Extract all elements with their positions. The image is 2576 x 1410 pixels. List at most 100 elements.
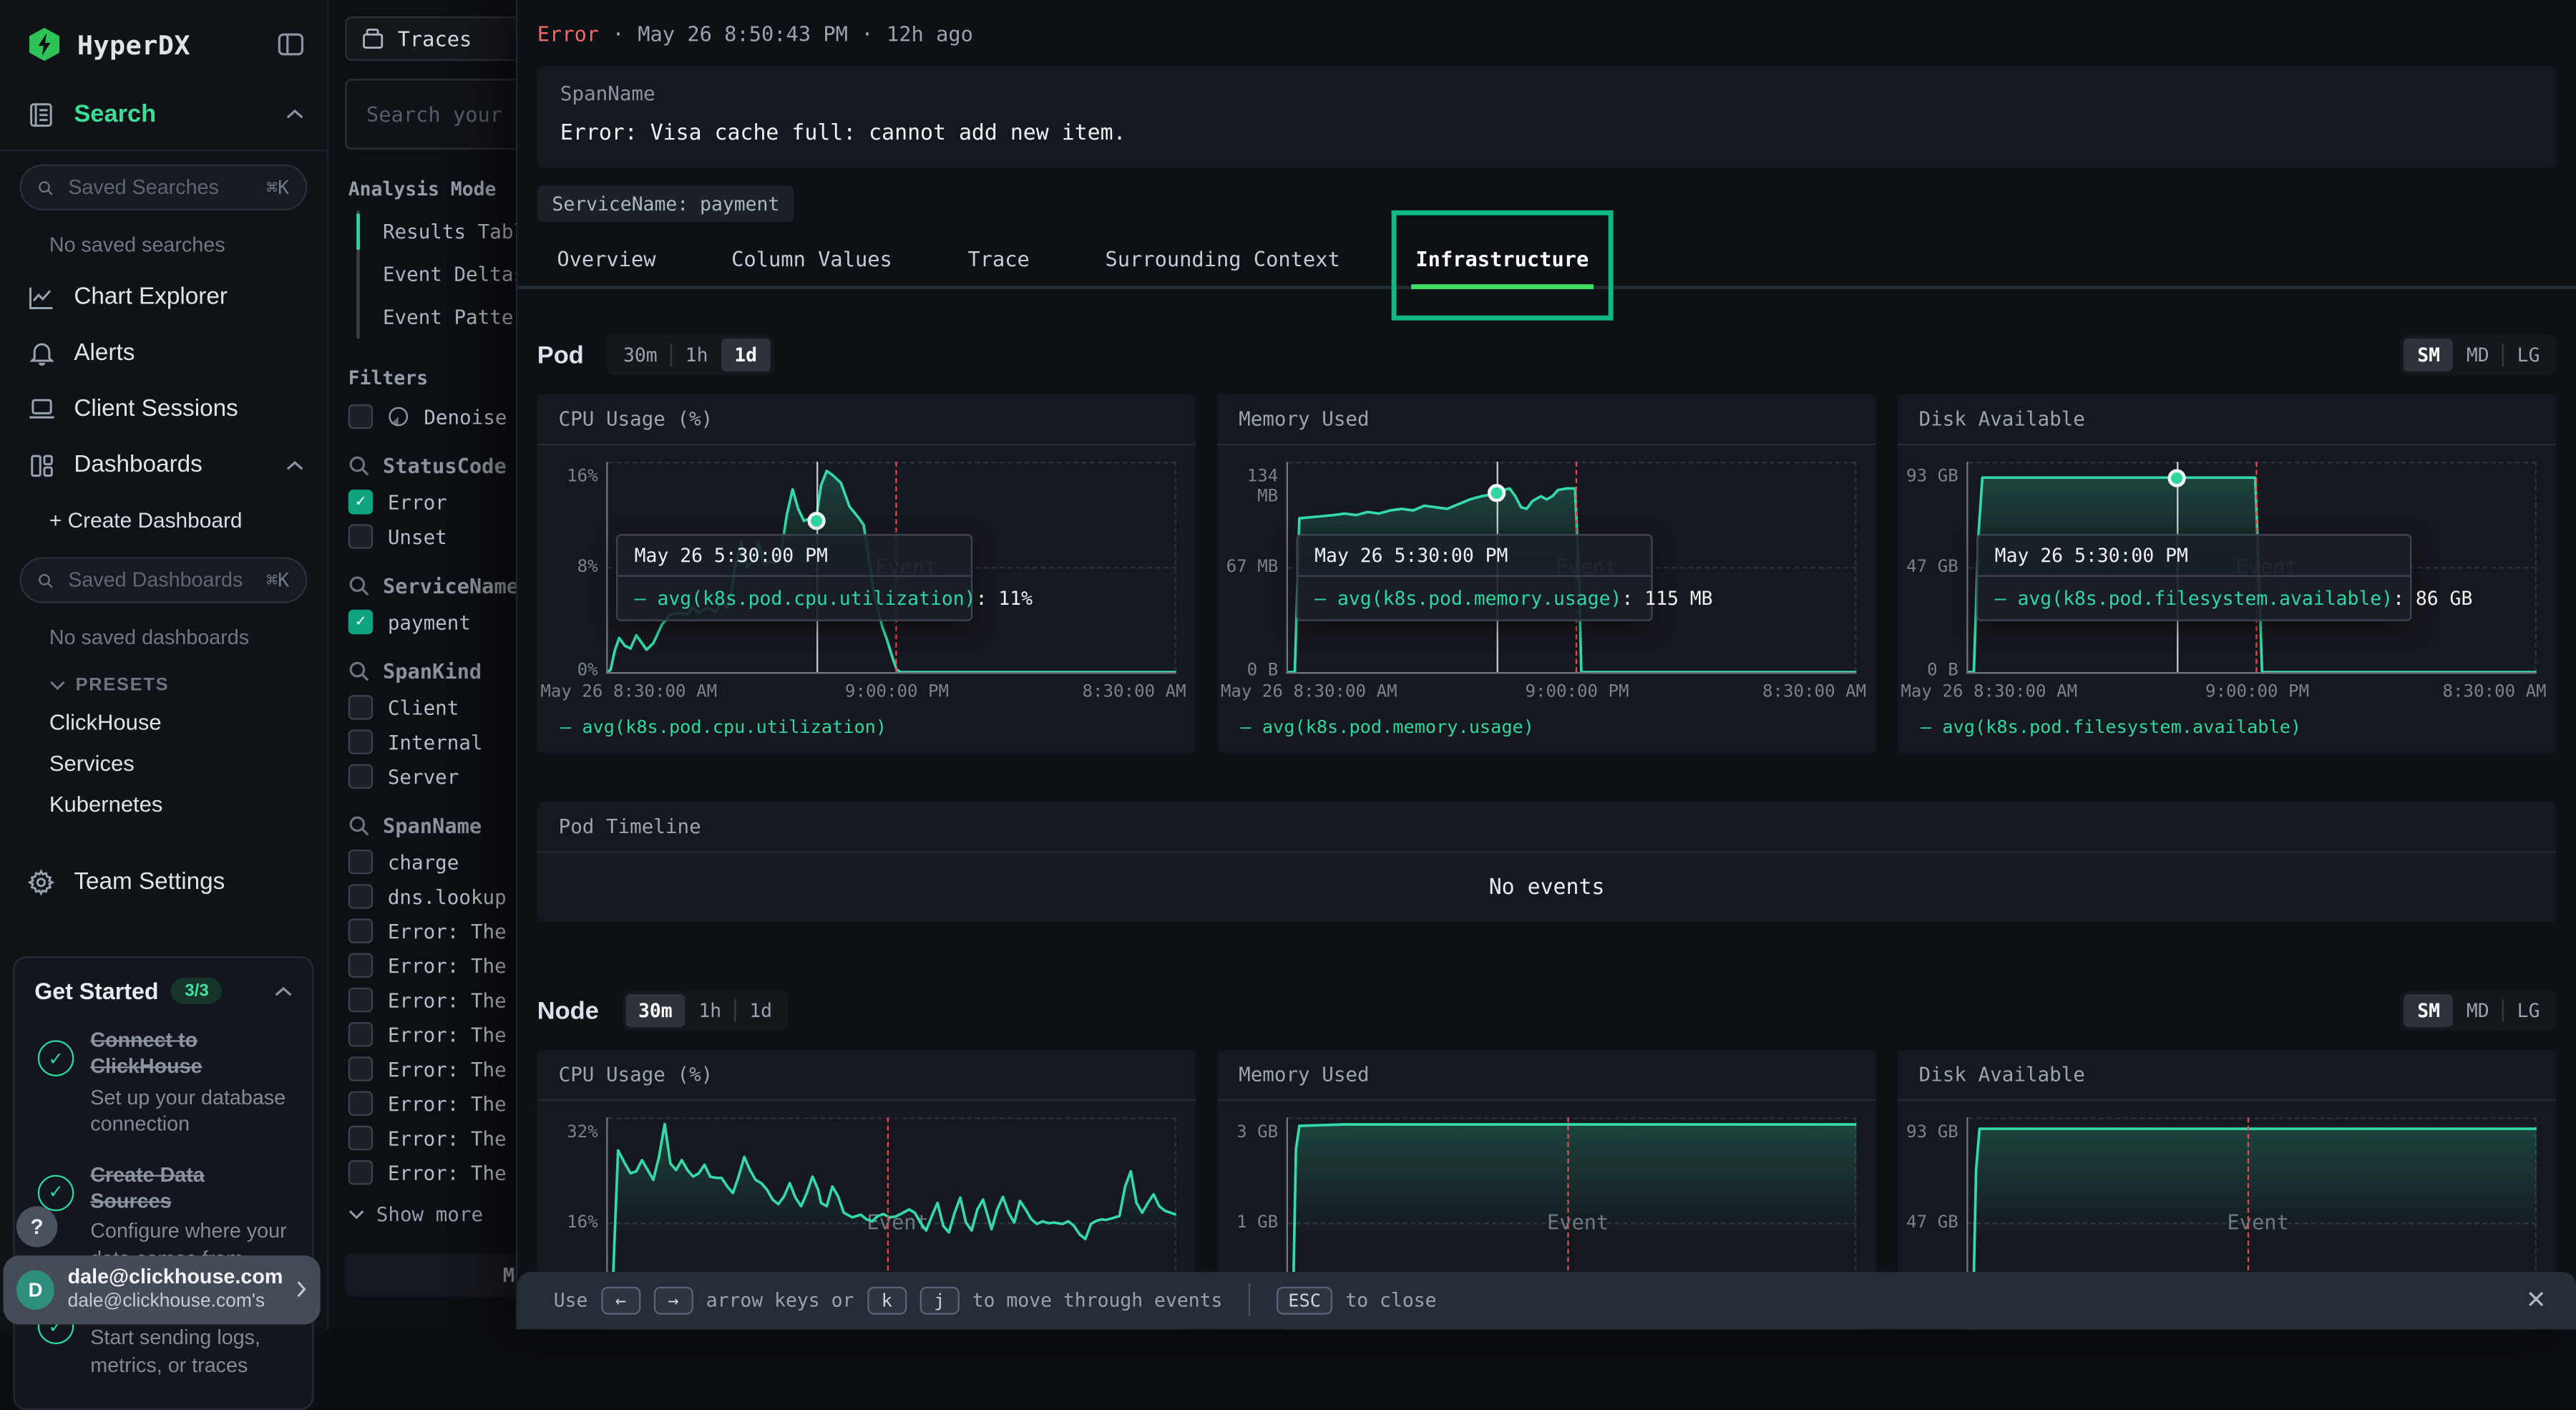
- app-title: HyperDX: [77, 29, 278, 60]
- sidebar-item-services[interactable]: Services: [0, 743, 327, 784]
- chart-plot-area[interactable]: EventMay 26 5:30:00 PM— avg(k8s.pod.file…: [1966, 462, 2537, 674]
- dashboard-grid-icon: [26, 453, 56, 477]
- chart-plot-area[interactable]: EventMay 26 5:30:00 PM— avg(k8s.pod.cpu.…: [606, 462, 1176, 674]
- tooltip-series: avg(k8s.pod.filesystem.available): [2017, 586, 2393, 609]
- tooltip-timestamp: May 26 5:30:00 PM: [618, 535, 971, 575]
- saved-dashboards-field[interactable]: [65, 567, 255, 593]
- checkbox[interactable]: [348, 524, 373, 548]
- filter-group-label: SpanKind: [383, 659, 482, 684]
- checkbox[interactable]: [348, 1022, 373, 1046]
- sidebar-item-search[interactable]: Search: [0, 85, 327, 142]
- pod-range-group: 30m 1h 1d: [607, 335, 774, 374]
- checkbox[interactable]: [348, 850, 373, 874]
- y-tick-label: 3 GB: [1222, 1124, 1278, 1143]
- create-dashboard-button[interactable]: + Create Dashboard: [0, 493, 327, 548]
- pod-charts-row: CPU Usage (%)16%8%0%EventMay 26 5:30:00 …: [537, 394, 2557, 753]
- chevron-up-icon: [286, 460, 303, 471]
- y-axis-labels: 16%8%0%: [547, 462, 607, 674]
- tab-surrounding-context[interactable]: Surrounding Context: [1105, 232, 1340, 286]
- chart-tooltip: May 26 5:30:00 PM— avg(k8s.pod.cpu.utili…: [616, 533, 972, 621]
- y-tick-label: 93 GB: [1903, 468, 1958, 487]
- checkbox[interactable]: [348, 884, 373, 908]
- get-started-item[interactable]: ✓ Connect to ClickHouse Set up your data…: [38, 1027, 289, 1138]
- saved-searches-input[interactable]: ⌘K: [20, 165, 308, 210]
- node-size-md[interactable]: MD: [2453, 994, 2502, 1027]
- x-tick-label: May 26 8:30:00 AM: [540, 682, 717, 702]
- user-profile[interactable]: D dale@clickhouse.com dale@clickhouse.co…: [4, 1255, 321, 1323]
- checkbox[interactable]: [348, 695, 373, 719]
- chevron-down-icon: [348, 1210, 365, 1220]
- pod-range-1h[interactable]: 1h: [672, 339, 721, 371]
- get-started-badge: 3/3: [172, 978, 222, 1004]
- chart-tooltip: May 26 5:30:00 PM— avg(k8s.pod.memory.us…: [1297, 533, 1652, 621]
- checkbox[interactable]: [348, 1091, 373, 1115]
- pod-range-1d[interactable]: 1d: [721, 339, 771, 371]
- tooltip-series: avg(k8s.pod.cpu.utilization): [657, 586, 975, 609]
- hover-point-dot: [1487, 485, 1505, 502]
- x-tick-label: May 26 8:30:00 AM: [1221, 682, 1397, 702]
- sidebar-item-dashboards[interactable]: Dashboards: [0, 437, 327, 493]
- chart-tooltip: May 26 5:30:00 PM— avg(k8s.pod.filesyste…: [1976, 533, 2411, 621]
- close-icon[interactable]: ✕: [2526, 1285, 2547, 1314]
- tab-infrastructure[interactable]: Infrastructure: [1415, 232, 1589, 286]
- node-size-lg[interactable]: LG: [2504, 994, 2553, 1027]
- user-subtext: dale@clickhouse.com's: [68, 1291, 283, 1314]
- saved-searches-field[interactable]: [65, 174, 255, 200]
- filter-option-label: Unset: [388, 525, 447, 548]
- sidebar-item-client-sessions[interactable]: Client Sessions: [0, 381, 327, 437]
- sidebar-item-clickhouse[interactable]: ClickHouse: [0, 701, 327, 742]
- pod-range-30m[interactable]: 30m: [610, 339, 670, 371]
- hover-point-dot: [2167, 469, 2185, 487]
- chart-title: Memory Used: [1217, 394, 1876, 445]
- checkbox[interactable]: [348, 404, 373, 429]
- checkbox[interactable]: [348, 729, 373, 754]
- chart-title: Disk Available: [1898, 1050, 2557, 1101]
- tooltip-value-row: — avg(k8s.pod.memory.usage): 115 MB: [1298, 576, 1651, 619]
- chart-plot-area[interactable]: EventMay 26 5:30:00 PM— avg(k8s.pod.memo…: [1287, 462, 1857, 674]
- filter-option-label: payment: [388, 611, 471, 633]
- sidebar-item-label: Team Settings: [74, 870, 303, 896]
- checkbox[interactable]: [348, 1126, 373, 1150]
- node-range-30m[interactable]: 30m: [625, 994, 686, 1027]
- chart-card-memory-used: Memory Used134 MB67 MB0 BEventMay 26 5:3…: [1217, 394, 1876, 753]
- infrastructure-content: Pod 30m 1h 1d SM MD LG CPU Usage (%)16%8…: [517, 335, 2576, 1328]
- pod-size-sm[interactable]: SM: [2404, 339, 2454, 371]
- filter-option-label: Server: [388, 765, 459, 788]
- logo[interactable]: HyperDX: [0, 0, 327, 85]
- checkbox[interactable]: [348, 610, 373, 634]
- presets-toggle[interactable]: PRESETS: [0, 662, 327, 701]
- help-button[interactable]: ?: [16, 1205, 57, 1246]
- tab-overview[interactable]: Overview: [557, 232, 655, 286]
- traces-box-icon: [361, 28, 384, 49]
- pod-size-lg[interactable]: LG: [2504, 339, 2553, 371]
- checkbox[interactable]: [348, 988, 373, 1012]
- checkbox[interactable]: [348, 953, 373, 978]
- footer-text: Use: [554, 1288, 588, 1311]
- checkbox[interactable]: [348, 918, 373, 943]
- service-name-tag[interactable]: ServiceName: payment: [537, 185, 794, 222]
- node-range-1h[interactable]: 1h: [686, 994, 735, 1027]
- arrow-right-key: →: [653, 1286, 693, 1314]
- y-tick-label: 0 B: [1222, 663, 1278, 682]
- node-size-sm[interactable]: SM: [2404, 994, 2454, 1027]
- chevron-up-icon[interactable]: [274, 985, 292, 996]
- sidebar-item-chart-explorer[interactable]: Chart Explorer: [0, 270, 327, 326]
- tab-column-values[interactable]: Column Values: [731, 232, 892, 286]
- sidebar-item-team-settings[interactable]: Team Settings: [0, 855, 327, 910]
- checkbox[interactable]: [348, 1056, 373, 1081]
- search-icon: [38, 177, 54, 198]
- saved-dashboards-input[interactable]: ⌘K: [20, 557, 308, 603]
- tab-trace[interactable]: Trace: [967, 232, 1029, 286]
- node-range-1d[interactable]: 1d: [736, 994, 786, 1027]
- sidebar-collapse-icon[interactable]: [278, 33, 304, 56]
- active-tab-underline: [1411, 284, 1594, 289]
- y-tick-label: 1 GB: [1222, 1214, 1278, 1233]
- checkbox[interactable]: [348, 1160, 373, 1185]
- pod-size-md[interactable]: MD: [2453, 339, 2502, 371]
- sidebar-item-kubernetes[interactable]: Kubernetes: [0, 784, 327, 825]
- checkbox[interactable]: [348, 764, 373, 789]
- divider: [0, 150, 327, 151]
- checkbox[interactable]: [348, 490, 373, 514]
- source-select[interactable]: Traces: [345, 16, 532, 61]
- sidebar-item-alerts[interactable]: Alerts: [0, 326, 327, 381]
